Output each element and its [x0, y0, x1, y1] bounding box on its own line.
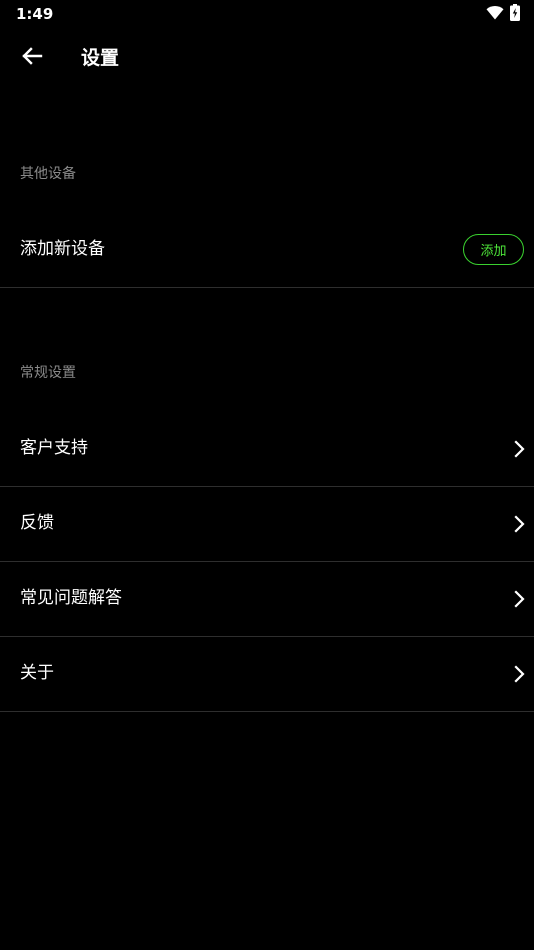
section-header-general: 常规设置 — [20, 365, 76, 381]
chevron-right-icon — [512, 440, 526, 458]
add-device-row: 添加新设备 添加 — [0, 211, 534, 287]
status-time: 1:49 — [16, 5, 54, 23]
battery-charging-icon — [510, 3, 520, 25]
status-icons — [486, 3, 520, 25]
chevron-right-icon — [512, 665, 526, 683]
settings-item-label: 反馈 — [20, 513, 54, 533]
settings-item-label: 关于 — [20, 663, 54, 683]
wifi-icon — [486, 5, 504, 24]
chevron-right-icon — [512, 590, 526, 608]
settings-item-about[interactable]: 关于 — [0, 637, 534, 711]
status-bar: 1:49 — [0, 0, 534, 28]
add-device-label: 添加新设备 — [20, 239, 105, 259]
settings-item-feedback[interactable]: 反馈 — [0, 487, 534, 561]
settings-item-label: 客户支持 — [20, 438, 88, 458]
back-button[interactable] — [12, 40, 52, 76]
page-title: 设置 — [81, 47, 120, 69]
divider — [0, 287, 534, 288]
arrow-left-icon — [21, 47, 43, 69]
settings-item-faq[interactable]: 常见问题解答 — [0, 562, 534, 636]
add-device-button[interactable]: 添加 — [463, 234, 524, 265]
chevron-right-icon — [512, 515, 526, 533]
settings-screen: 1:49 设置 其他设备 添加新设备 添加 常规设置 客户支持 反馈 常见问题解… — [0, 0, 534, 950]
settings-item-label: 常见问题解答 — [20, 588, 122, 608]
app-bar: 设置 — [0, 28, 534, 88]
section-header-other-devices: 其他设备 — [20, 166, 76, 182]
divider — [0, 711, 534, 712]
settings-item-customer-support[interactable]: 客户支持 — [0, 411, 534, 486]
